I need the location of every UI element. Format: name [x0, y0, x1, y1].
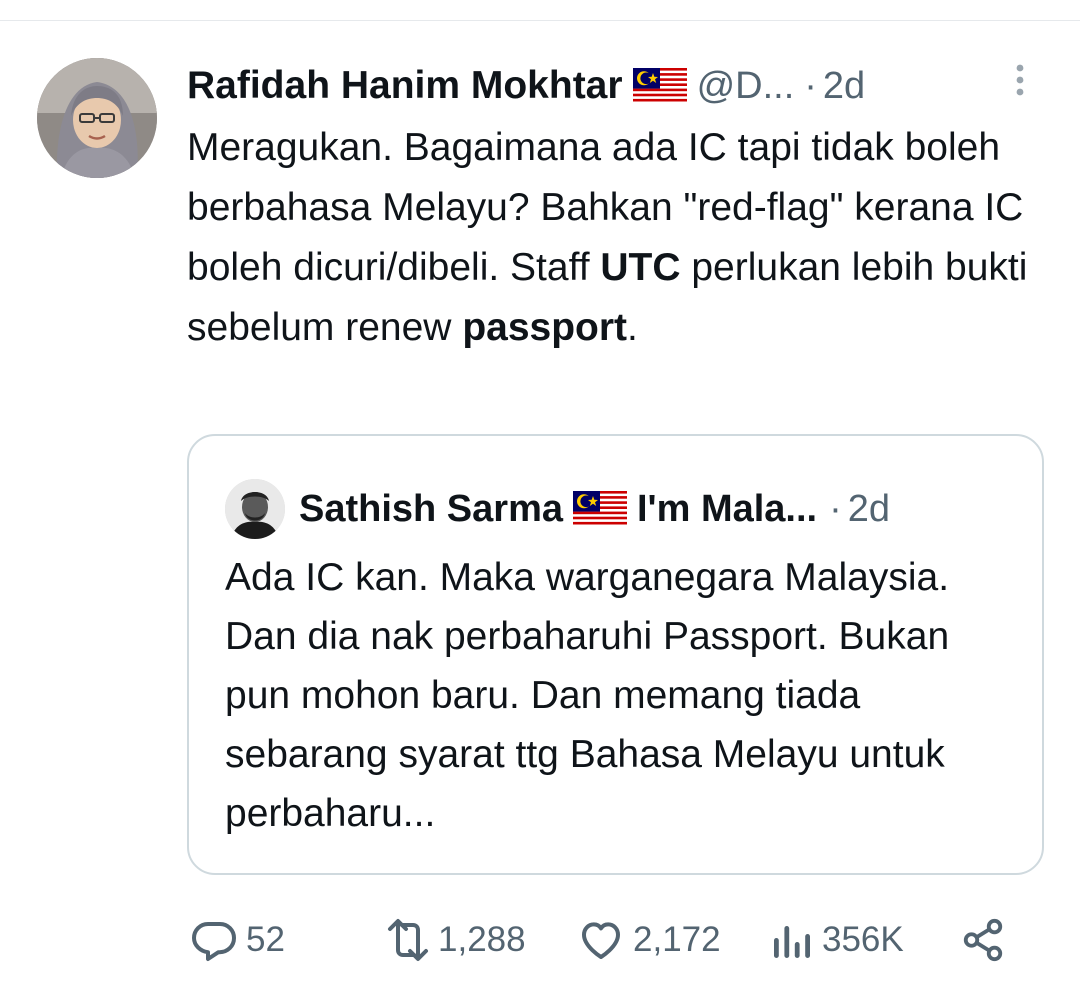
quoted-tweet-text: Ada IC kan. Maka warganegara Malaysia. D… — [225, 556, 950, 835]
heart-icon — [577, 916, 625, 964]
reply-button[interactable]: 52 — [190, 910, 285, 970]
share-icon — [960, 917, 1006, 963]
tweet-text-part: . — [627, 306, 638, 349]
tweet-text-bold-utc: UTC — [600, 246, 681, 289]
separator-dot: · — [804, 64, 817, 107]
views-icon — [770, 918, 814, 962]
views-button[interactable]: 356K — [770, 910, 904, 970]
quoted-tweet-card[interactable]: Sathish Sarma I'm Mala... · 2d Ada IC ka… — [187, 434, 1044, 875]
author-handle[interactable]: @D... — [697, 65, 795, 108]
malaysia-flag-icon — [573, 491, 627, 527]
quoted-author-handle: I'm Mala... — [637, 487, 818, 530]
tweet-header: Rafidah Hanim Mokhtar @D... · 2d — [187, 60, 987, 112]
tweet-text-bold-passport: passport — [462, 306, 628, 349]
repost-icon — [380, 916, 436, 964]
author-avatar[interactable] — [37, 58, 157, 178]
views-count: 356K — [822, 920, 904, 959]
quoted-author-name: Sathish Sarma — [299, 487, 563, 530]
share-button[interactable] — [960, 910, 1006, 970]
tweet-text: Meragukan. Bagaimana ada IC tapi tidak b… — [187, 118, 1047, 358]
quoted-tweet-time: 2d — [847, 487, 891, 530]
top-divider — [0, 20, 1080, 21]
repost-count: 1,288 — [438, 920, 526, 959]
tweet-time[interactable]: 2d — [823, 65, 865, 108]
author-name[interactable]: Rafidah Hanim Mokhtar — [187, 64, 623, 108]
separator-dot: · — [829, 487, 842, 530]
malaysia-flag-icon — [632, 68, 687, 104]
repost-button[interactable]: 1,288 — [380, 910, 526, 970]
reply-icon — [190, 916, 238, 964]
like-button[interactable]: 2,172 — [577, 910, 721, 970]
quoted-author-avatar — [225, 479, 285, 539]
like-count: 2,172 — [633, 920, 721, 959]
quoted-tweet-header: Sathish Sarma I'm Mala... · 2d — [225, 479, 1005, 539]
tweet-action-bar: 52 1,288 2,172 356K — [0, 910, 1080, 970]
more-vertical-icon[interactable] — [1010, 62, 1030, 102]
reply-count: 52 — [246, 920, 285, 959]
